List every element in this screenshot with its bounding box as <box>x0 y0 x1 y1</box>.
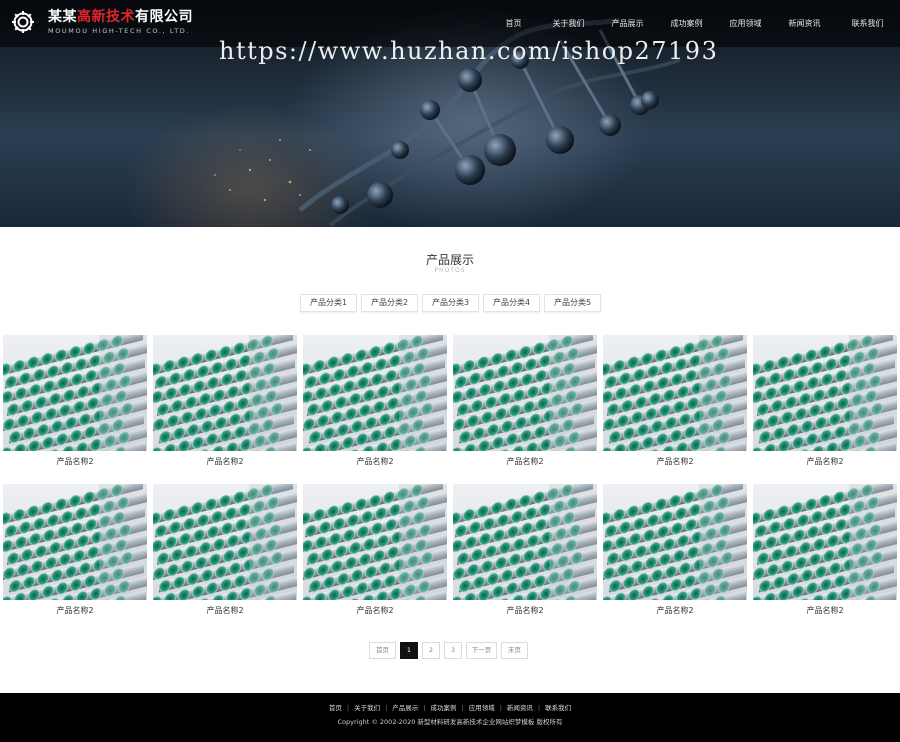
pagination-last[interactable]: 末页 <box>501 642 528 659</box>
product-name: 产品名称2 <box>656 606 694 615</box>
category-tab-5[interactable]: 产品分类5 <box>544 294 601 312</box>
product-name: 产品名称2 <box>806 457 844 466</box>
footer-link-news[interactable]: 新闻资讯 <box>507 704 533 712</box>
company-name: 某某高新技术有限公司 <box>48 9 193 25</box>
footer-separator: | <box>461 704 464 712</box>
footer-link-products[interactable]: 产品展示 <box>392 704 418 712</box>
product-image <box>3 335 147 451</box>
logo-text: 某某高新技术有限公司 MOUMOU HIGH-TECH CO., LTD. <box>48 9 193 35</box>
pagination-page-2[interactable]: 2 <box>422 642 440 659</box>
pagination-next[interactable]: 下一页 <box>466 642 497 659</box>
watermark-url: https://www.huzhan.com/ishop27193 <box>219 37 719 65</box>
section-subtitle: PHOTOS <box>434 267 466 274</box>
product-name: 产品名称2 <box>206 606 244 615</box>
footer-link-applications[interactable]: 应用领域 <box>469 704 495 712</box>
product-card[interactable]: 产品名称2 <box>303 335 447 468</box>
product-card[interactable]: 产品名称2 <box>3 484 147 617</box>
product-image <box>303 335 447 451</box>
product-image <box>153 335 297 451</box>
category-tab-1[interactable]: 产品分类1 <box>300 294 357 312</box>
product-image <box>3 484 147 600</box>
product-card[interactable]: 产品名称2 <box>603 335 747 468</box>
footer-link-contact[interactable]: 联系我们 <box>545 704 571 712</box>
category-tab-4[interactable]: 产品分类4 <box>483 294 540 312</box>
footer-separator: | <box>423 704 426 712</box>
product-card[interactable]: 产品名称2 <box>153 484 297 617</box>
product-image <box>303 484 447 600</box>
nav-item-contact[interactable]: 联系我们 <box>835 0 900 47</box>
product-card[interactable]: 产品名称2 <box>753 484 897 617</box>
pagination-page-1[interactable]: 1 <box>400 642 418 659</box>
product-name: 产品名称2 <box>506 606 544 615</box>
footer-link-cases[interactable]: 成功案例 <box>431 704 457 712</box>
product-name: 产品名称2 <box>506 457 544 466</box>
nav-item-applications[interactable]: 应用领域 <box>717 0 774 47</box>
section-title: 产品展示 <box>425 253 474 267</box>
footer-link-about[interactable]: 关于我们 <box>354 704 380 712</box>
product-card[interactable]: 产品名称2 <box>3 335 147 468</box>
product-name: 产品名称2 <box>656 457 694 466</box>
product-image <box>753 484 897 600</box>
pagination-page-3[interactable]: 3 <box>444 642 462 659</box>
footer-separator: | <box>499 704 502 712</box>
product-image <box>453 484 597 600</box>
product-image <box>153 484 297 600</box>
nav-item-news[interactable]: 新闻资讯 <box>776 0 833 47</box>
product-card[interactable]: 产品名称2 <box>453 484 597 617</box>
product-image <box>603 484 747 600</box>
footer-links: 首页 | 关于我们 | 产品展示 | 成功案例 | 应用领域 | 新闻资讯 | 联系我们 <box>0 702 900 712</box>
product-card[interactable]: 产品名称2 <box>153 335 297 468</box>
hero-banner: 某某高新技术有限公司 MOUMOU HIGH-TECH CO., LTD. 首页… <box>0 0 900 227</box>
footer-separator: | <box>385 704 388 712</box>
product-name: 产品名称2 <box>206 457 244 466</box>
footer-separator: | <box>346 704 350 712</box>
product-image <box>453 335 597 451</box>
category-tab-3[interactable]: 产品分类3 <box>422 294 479 312</box>
gear-icon <box>12 11 34 33</box>
footer-link-home[interactable]: 首页 <box>329 704 342 712</box>
category-tabs: 产品分类1 产品分类2 产品分类3 产品分类4 产品分类5 <box>300 294 605 312</box>
product-card[interactable]: 产品名称2 <box>753 335 897 468</box>
site-logo[interactable]: 某某高新技术有限公司 MOUMOU HIGH-TECH CO., LTD. <box>10 9 193 35</box>
company-subtitle: MOUMOU HIGH-TECH CO., LTD. <box>48 27 191 35</box>
product-image <box>753 335 897 451</box>
product-card[interactable]: 产品名称2 <box>453 335 597 468</box>
product-card[interactable]: 产品名称2 <box>603 484 747 617</box>
pagination-first[interactable]: 首页 <box>369 642 396 659</box>
product-image <box>603 335 747 451</box>
footer-separator: | <box>537 704 541 712</box>
product-name: 产品名称2 <box>56 606 94 615</box>
footer: 首页 | 关于我们 | 产品展示 | 成功案例 | 应用领域 | 新闻资讯 | 联系我们 Copyrig… <box>0 693 900 742</box>
product-name: 产品名称2 <box>56 457 94 466</box>
copyright-text: Copyright © 2002-2020 新型材料研发高新技术企业网站织梦模板… <box>337 718 563 726</box>
pagination: 首页 1 2 3 下一页 末页 <box>369 642 532 659</box>
product-name: 产品名称2 <box>356 457 394 466</box>
product-card[interactable]: 产品名称2 <box>303 484 447 617</box>
product-name: 产品名称2 <box>356 606 394 615</box>
category-tab-2[interactable]: 产品分类2 <box>361 294 418 312</box>
product-name: 产品名称2 <box>806 606 844 615</box>
